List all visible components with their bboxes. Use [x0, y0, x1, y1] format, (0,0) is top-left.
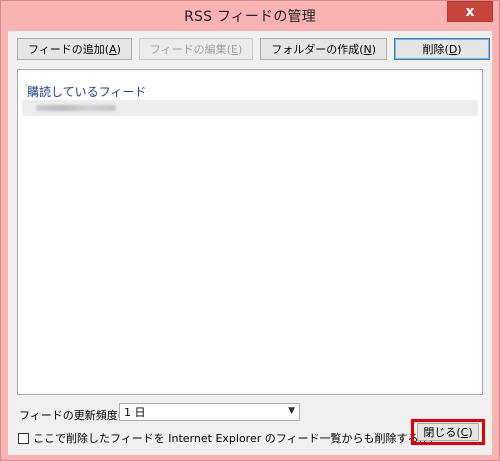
chevron-down-icon: ▼ — [288, 406, 295, 416]
delete-from-ie-label: ここで削除したフィードを Internet Explorer のフィード一覧から… — [33, 432, 433, 445]
close-button[interactable]: 閉じる(C) — [417, 423, 479, 441]
dialog-client-area: フィードの追加(A) フィードの編集(E) フォルダーの作成(N) 削除(D) … — [8, 31, 492, 455]
dialog-window: RSS フィードの管理 x フィードの追加(A) フィードの編集(E) フォルダ… — [0, 0, 500, 461]
title-bar[interactable]: RSS フィードの管理 x — [1, 1, 499, 31]
delete-from-ie-option[interactable]: ここで削除したフィードを Internet Explorer のフィード一覧から… — [18, 430, 433, 446]
delete-button[interactable]: 削除(D) — [394, 38, 491, 60]
close-icon: x — [465, 3, 475, 20]
close-button-highlight: 閉じる(C) — [411, 419, 485, 445]
feed-list[interactable]: 購読しているフィード — [17, 69, 483, 395]
create-folder-button[interactable]: フォルダーの作成(N) — [260, 38, 388, 60]
subscribed-feeds-header: 購読しているフィード — [27, 85, 147, 99]
window-title: RSS フィードの管理 — [184, 9, 316, 25]
window-close-button[interactable]: x — [447, 1, 493, 22]
add-feed-button[interactable]: フィードの追加(A) — [17, 38, 132, 60]
update-frequency-select[interactable]: 1 日 ▼ — [119, 403, 300, 421]
edit-feed-button[interactable]: フィードの編集(E) — [138, 38, 254, 60]
blurred-feed-name — [36, 105, 116, 111]
delete-from-ie-checkbox[interactable] — [18, 432, 29, 444]
toolbar: フィードの追加(A) フィードの編集(E) フォルダーの作成(N) 削除(D) — [17, 38, 491, 60]
feed-list-item[interactable] — [22, 100, 478, 116]
update-frequency-value: 1 日 — [124, 406, 146, 419]
